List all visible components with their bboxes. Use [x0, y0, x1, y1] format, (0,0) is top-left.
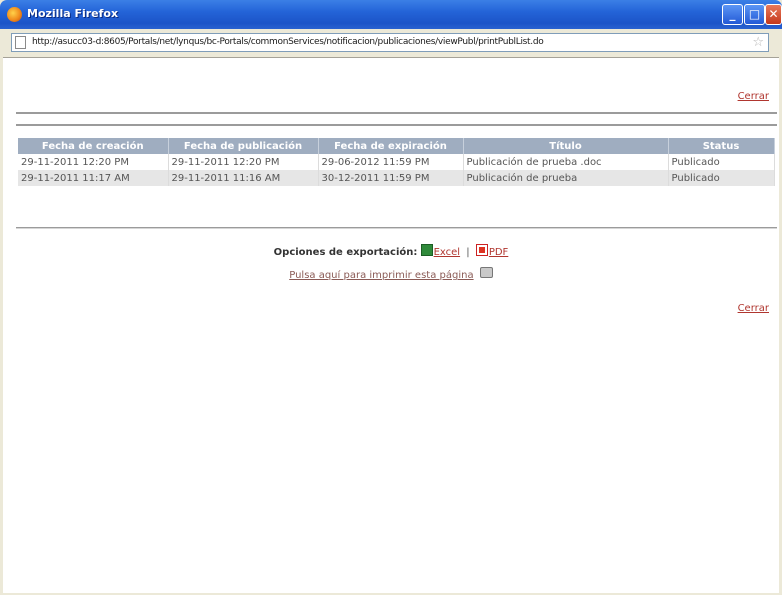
table-cell: Publicado [668, 170, 775, 186]
table-row: 29-11-2011 11:17 AM 29-11-2011 11:16 AM … [18, 170, 775, 186]
maximize-button[interactable]: □ [744, 4, 765, 25]
table-cell: Publicación de prueba .doc [463, 154, 669, 170]
pdf-link[interactable]: PDF [489, 247, 508, 258]
column-header[interactable]: Fecha de publicación [168, 138, 319, 154]
export-separator: | [466, 247, 470, 258]
divider [16, 124, 777, 126]
table-cell: Publicado [668, 154, 775, 170]
printer-icon[interactable] [479, 267, 493, 278]
table-cell: Publicación de prueba [463, 170, 669, 186]
column-header[interactable]: Título [463, 138, 669, 154]
table-row: 29-11-2011 12:20 PM 29-11-2011 12:20 PM … [18, 154, 775, 170]
page-content: Cerrar Fecha de creación Fecha de public… [3, 58, 779, 593]
divider [16, 112, 777, 114]
table-cell: 29-11-2011 12:20 PM [18, 154, 169, 170]
table-cell: 29-06-2012 11:59 PM [318, 154, 464, 170]
title-bar: Mozilla Firefox _ □ ✕ [0, 0, 782, 29]
close-link-top[interactable]: Cerrar [738, 91, 769, 102]
table-cell: 30-12-2011 11:59 PM [318, 170, 464, 186]
close-link-bottom[interactable]: Cerrar [738, 303, 769, 314]
table-header-row: Fecha de creación Fecha de publicación F… [18, 138, 775, 154]
column-header[interactable]: Fecha de creación [18, 138, 169, 154]
export-label: Opciones de exportación: [273, 247, 418, 258]
minimize-button[interactable]: _ [722, 4, 743, 25]
table-cell: 29-11-2011 11:16 AM [168, 170, 319, 186]
divider [16, 227, 777, 229]
table-cell: 29-11-2011 12:20 PM [168, 154, 319, 170]
firefox-icon [7, 7, 22, 22]
close-window-button[interactable]: ✕ [765, 4, 782, 25]
publications-table: Fecha de creación Fecha de publicación F… [18, 138, 775, 186]
column-header[interactable]: Status [668, 138, 775, 154]
bookmark-star-icon[interactable]: ☆ [752, 35, 764, 50]
minimize-icon: _ [729, 7, 736, 21]
maximize-icon: □ [748, 7, 761, 21]
column-header[interactable]: Fecha de expiración [318, 138, 464, 154]
table-cell: 29-11-2011 11:17 AM [18, 170, 169, 186]
url-field[interactable]: http://asucc03-d:8605/Portals/net/lynqus… [11, 33, 769, 52]
address-bar: http://asucc03-d:8605/Portals/net/lynqus… [3, 29, 779, 58]
browser-window: Mozilla Firefox _ □ ✕ http://asucc03-d:8… [0, 0, 782, 595]
excel-link[interactable]: Excel [434, 247, 461, 258]
url-text: http://asucc03-d:8605/Portals/net/lynqus… [32, 37, 544, 47]
close-icon: ✕ [768, 7, 779, 21]
window-title: Mozilla Firefox [27, 7, 119, 20]
export-options: Opciones de exportación: Excel | PDF [3, 244, 779, 258]
pdf-icon[interactable] [475, 244, 488, 256]
excel-icon[interactable] [420, 244, 433, 256]
page-icon [15, 36, 26, 49]
print-row: Pulsa aquí para imprimir esta página [3, 267, 779, 281]
print-link[interactable]: Pulsa aquí para imprimir esta página [289, 270, 473, 281]
